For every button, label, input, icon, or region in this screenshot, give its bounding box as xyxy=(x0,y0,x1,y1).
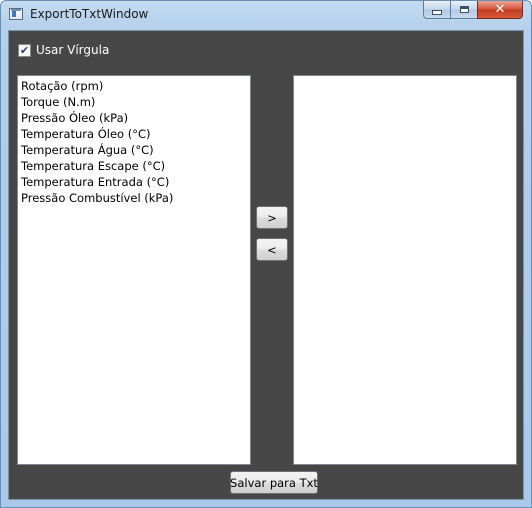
list-item[interactable]: Temperatura Escape (°C) xyxy=(21,158,250,174)
add-field-button[interactable]: > xyxy=(256,206,288,229)
list-item[interactable]: Rotação (rpm) xyxy=(21,78,250,94)
close-icon: ✕ xyxy=(494,2,506,17)
title-bar[interactable]: ExportToTxtWindow ✕ xyxy=(1,1,531,30)
available-fields-list[interactable]: Rotação (rpm) Torque (N.m) Pressão Óleo (k… xyxy=(17,75,251,465)
export-window: ExportToTxtWindow ✕ ✔ Usar Vírgula Rotaç… xyxy=(0,0,532,508)
selected-fields-items xyxy=(294,76,516,78)
use-comma-checkbox[interactable]: ✔ xyxy=(18,43,31,57)
minimize-button[interactable] xyxy=(423,1,450,19)
window-title: ExportToTxtWindow xyxy=(30,7,149,21)
window-app-icon[interactable] xyxy=(9,8,23,20)
list-item[interactable]: Temperatura Entrada (°C) xyxy=(21,174,250,190)
save-to-txt-button[interactable]: Salvar para Txt xyxy=(230,471,318,494)
use-comma-option[interactable]: ✔ Usar Vírgula xyxy=(18,43,109,57)
maximize-icon xyxy=(459,6,469,13)
available-fields-items: Rotação (rpm) Torque (N.m) Pressão Óleo (k… xyxy=(18,76,250,206)
window-client-area: ✔ Usar Vírgula Rotação (rpm) Torque (N.m)… xyxy=(8,30,524,500)
close-button[interactable]: ✕ xyxy=(477,1,523,19)
remove-field-button[interactable]: < xyxy=(256,238,288,261)
list-item[interactable]: Temperatura Óleo (°C) xyxy=(21,126,250,142)
use-comma-label[interactable]: Usar Vírgula xyxy=(36,43,109,57)
selected-fields-list[interactable] xyxy=(293,75,517,465)
list-item[interactable]: Pressão Combustível (kPa) xyxy=(21,190,250,206)
caption-buttons: ✕ xyxy=(423,1,524,20)
list-item[interactable]: Pressão Óleo (kPa) xyxy=(21,110,250,126)
checkmark-icon: ✔ xyxy=(19,43,30,57)
maximize-button[interactable] xyxy=(450,1,477,19)
minimize-icon xyxy=(432,10,442,15)
list-item[interactable]: Torque (N.m) xyxy=(21,94,250,110)
list-item[interactable]: Temperatura Água (°C) xyxy=(21,142,250,158)
